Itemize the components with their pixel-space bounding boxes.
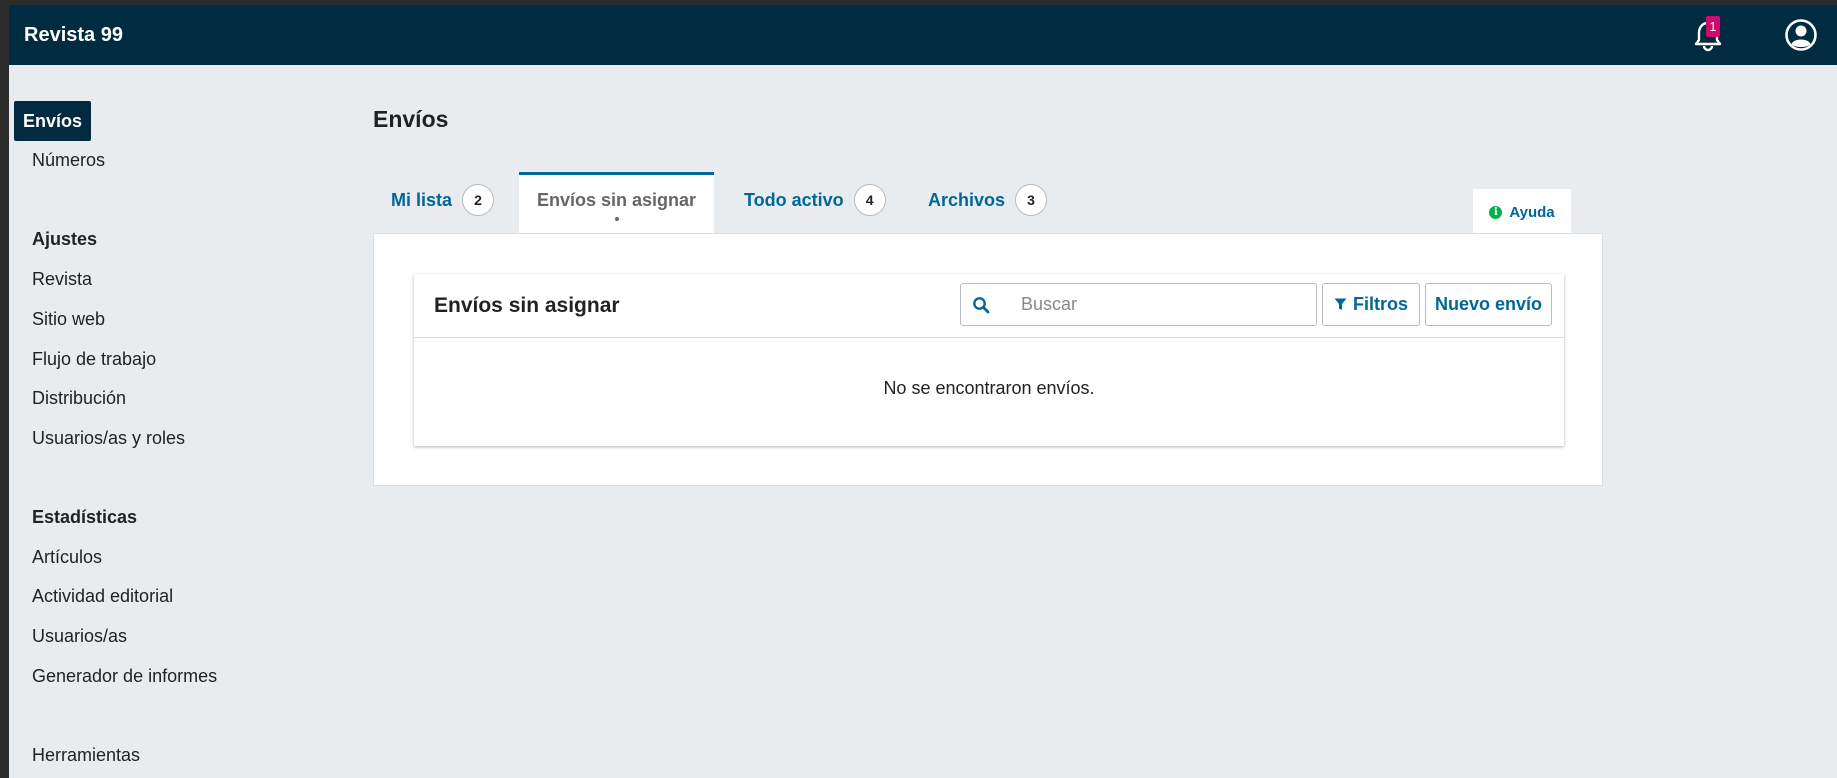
sidebar-item-envios[interactable]: Envíos	[14, 101, 92, 141]
tab-count: 4	[853, 184, 886, 216]
tab-todo-activo[interactable]: Todo activo 4	[744, 165, 886, 235]
search-icon	[973, 296, 990, 313]
search-button[interactable]	[960, 283, 1002, 326]
new-submission-label: Nuevo envío	[1434, 294, 1543, 314]
sidebar-item-numeros[interactable]: Números	[23, 147, 114, 173]
sidebar-item-revista[interactable]: Revista	[23, 266, 101, 292]
tab-label: Envíos sin asignar	[537, 189, 697, 210]
user-avatar-icon	[1785, 19, 1817, 51]
filter-icon	[1334, 298, 1347, 310]
sidebar-item-usuarios-roles[interactable]: Usuarios/as y roles	[23, 425, 194, 451]
sidebar-item-articulos[interactable]: Artículos	[23, 544, 111, 570]
tab-panel: Envíos sin asignar Filtros Nuevo envío	[373, 233, 1603, 486]
sidebar-item-flujo-de-trabajo[interactable]: Flujo de trabajo	[23, 346, 165, 372]
user-menu-button[interactable]	[1784, 18, 1818, 52]
sidebar-item-actividad-editorial[interactable]: Actividad editorial	[23, 583, 182, 609]
help-label: Ayuda	[1509, 203, 1555, 221]
tab-envios-sin-asignar[interactable]: Envíos sin asignar	[519, 172, 715, 235]
sidebar-item-generador-informes[interactable]: Generador de informes	[23, 663, 226, 689]
page-title: Envíos	[373, 106, 449, 132]
search-input[interactable]	[1001, 283, 1317, 326]
tab-label: Archivos	[928, 189, 1006, 210]
filters-label: Filtros	[1352, 294, 1408, 314]
tab-count: 2	[462, 184, 495, 216]
info-icon: i	[1489, 205, 1503, 219]
sidebar-item-distribucion[interactable]: Distribución	[23, 385, 135, 411]
help-button[interactable]: i Ayuda	[1473, 189, 1571, 235]
top-bar: Revista 99	[9, 5, 1837, 65]
empty-message: No se encontraron envíos.	[883, 378, 1095, 398]
tab-count: 3	[1015, 184, 1048, 216]
filters-button[interactable]: Filtros	[1322, 283, 1420, 326]
submissions-list-card: Envíos sin asignar Filtros Nuevo envío	[414, 274, 1564, 446]
notification-badge: 1	[1706, 16, 1720, 37]
sidebar-item-usuarios[interactable]: Usuarios/as	[23, 623, 136, 649]
tab-mi-lista[interactable]: Mi lista 2	[391, 165, 495, 235]
new-submission-button[interactable]: Nuevo envío	[1425, 283, 1552, 326]
sidebar-item-sitio-web[interactable]: Sitio web	[23, 306, 114, 332]
list-header: Envíos sin asignar Filtros Nuevo envío	[414, 274, 1564, 338]
tab-archivos[interactable]: Archivos 3	[928, 165, 1048, 235]
app-frame: Revista 99 1 Envíos Números Ajustes Revi…	[9, 5, 1837, 778]
active-indicator	[614, 216, 619, 221]
tab-label: Todo activo	[744, 189, 844, 210]
sidebar-item-herramientas[interactable]: Herramientas	[23, 742, 149, 768]
list-title: Envíos sin asignar	[434, 294, 620, 317]
site-name[interactable]: Revista 99	[24, 24, 123, 47]
sidebar-heading-estadisticas: Estadísticas	[32, 507, 138, 527]
tab-label: Mi lista	[391, 189, 453, 210]
sidebar-heading-ajustes: Ajustes	[32, 229, 98, 249]
